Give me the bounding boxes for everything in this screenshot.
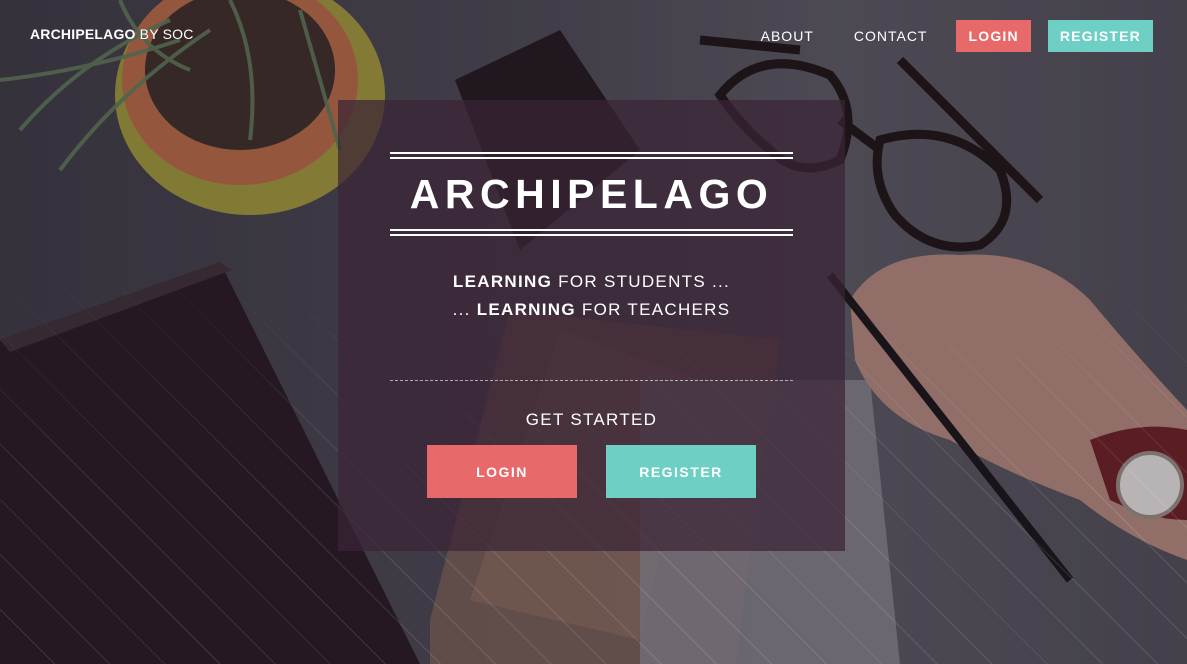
top-nav: ABOUT CONTACT LOGIN REGISTER xyxy=(761,20,1153,52)
tagline-line-1-rest: FOR STUDENTS ... xyxy=(558,272,731,291)
hero-tagline: LEARNING FOR STUDENTS ... ... LEARNING F… xyxy=(338,268,845,324)
title-bottom-rule xyxy=(390,229,793,231)
tagline-line-2-rest: FOR TEACHERS xyxy=(581,300,731,319)
brand-suffix: BY SOC xyxy=(139,26,194,42)
hero-title-block: ARCHIPELAGO xyxy=(390,152,793,236)
dashed-divider xyxy=(390,380,793,381)
hero-register-button[interactable]: REGISTER xyxy=(606,445,756,498)
get-started-label: GET STARTED xyxy=(525,410,658,429)
cta-button-row: LOGIN REGISTER xyxy=(427,445,756,498)
tagline-line-1: LEARNING FOR STUDENTS ... xyxy=(338,268,845,296)
brand-name: ARCHIPELAGO xyxy=(30,26,136,42)
title-top-rule xyxy=(390,152,793,154)
nav-contact-link[interactable]: CONTACT xyxy=(854,28,928,44)
tagline-line-2: ... LEARNING FOR TEACHERS xyxy=(338,296,845,324)
tagline-line-1-bold: LEARNING xyxy=(452,272,553,291)
tagline-line-2-prefix: ... xyxy=(452,300,471,319)
brand-logo[interactable]: ARCHIPELAGO BY SOC xyxy=(30,26,194,42)
title-bottom-rule-2 xyxy=(390,234,793,236)
nav-about-link[interactable]: ABOUT xyxy=(761,28,814,44)
tagline-line-2-bold: LEARNING xyxy=(476,300,576,319)
hero-title: ARCHIPELAGO xyxy=(409,171,774,217)
nav-register-button[interactable]: REGISTER xyxy=(1047,20,1153,52)
hero-login-button[interactable]: LOGIN xyxy=(427,445,577,498)
nav-login-button[interactable]: LOGIN xyxy=(956,20,1031,52)
hero-panel: ARCHIPELAGO LEARNING FOR STUDENTS ... ..… xyxy=(338,100,845,551)
